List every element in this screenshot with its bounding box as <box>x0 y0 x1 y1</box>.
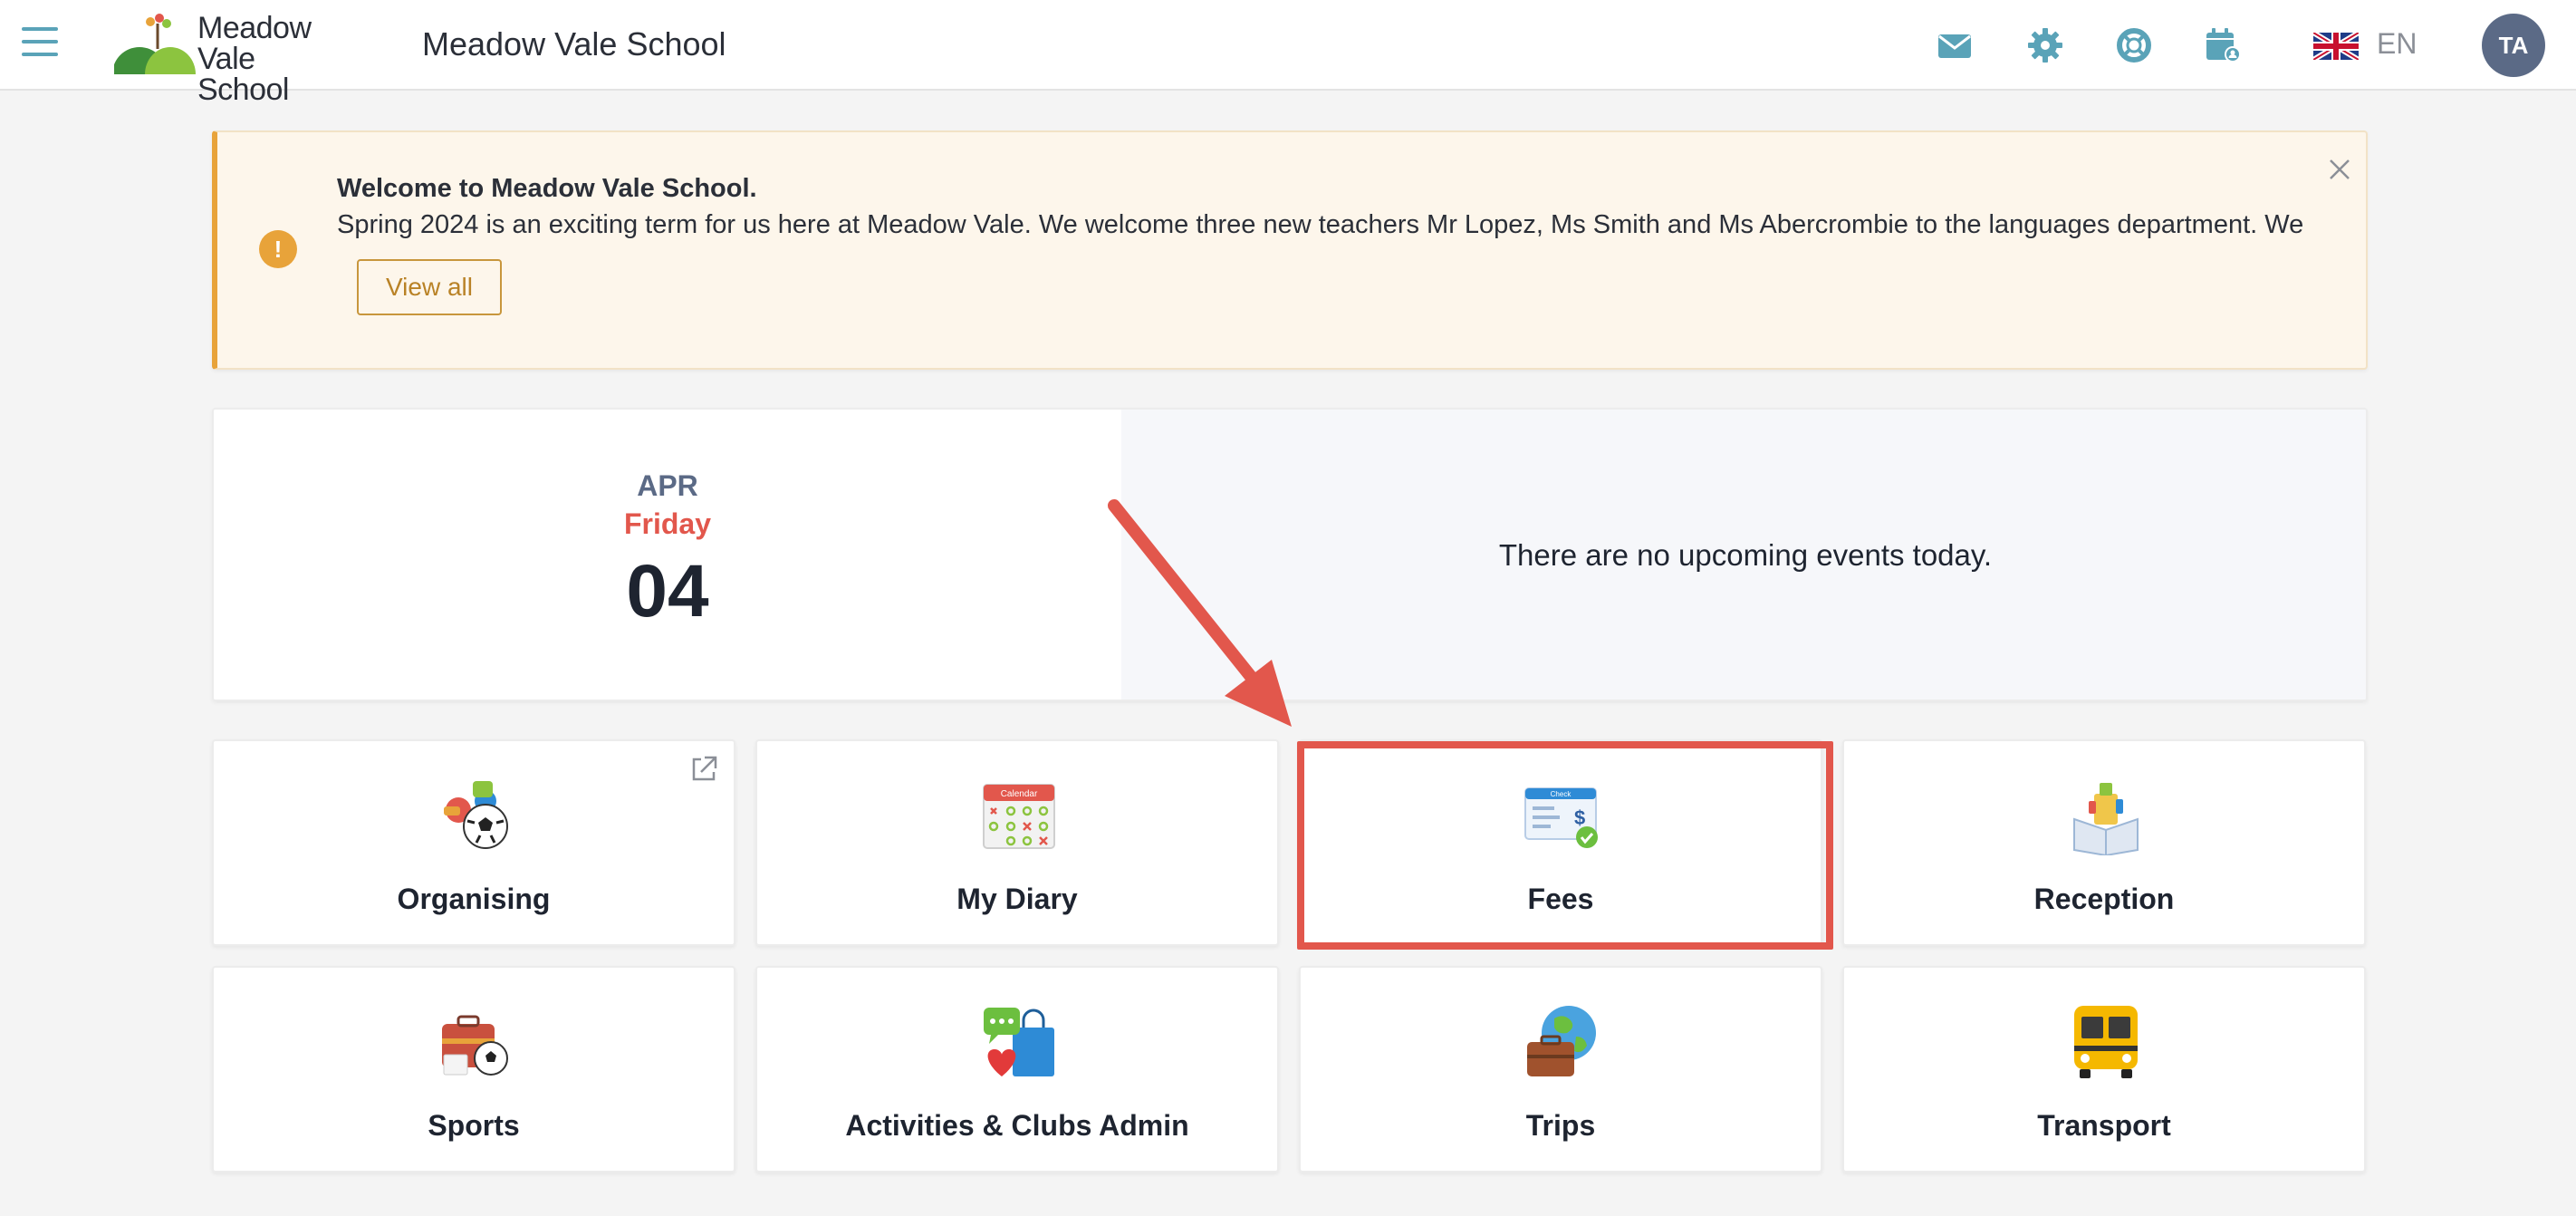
avatar[interactable]: TA <box>2482 14 2545 77</box>
lifebuoy-icon[interactable] <box>2114 25 2154 65</box>
logo-line-1: Meadow <box>197 11 312 45</box>
tile-organising[interactable]: Organising <box>212 739 735 946</box>
tile-label: Fees <box>1527 883 1594 915</box>
logo-hills-icon <box>112 14 196 101</box>
tile-label: Trips <box>1525 1109 1596 1142</box>
external-link-icon[interactable] <box>688 754 719 785</box>
date-month: APR <box>637 469 698 502</box>
date-weekday: Friday <box>623 507 712 540</box>
shopping-bag-icon <box>984 1008 1054 1076</box>
tile-label: My Diary <box>956 883 1078 915</box>
school-logo[interactable]: Meadow Vale School <box>112 11 351 105</box>
organising-icon <box>444 781 508 849</box>
tile-label: Sports <box>428 1109 520 1142</box>
envelope-icon[interactable] <box>1935 25 1975 65</box>
logo-line-2: Vale School <box>197 42 289 107</box>
announcement-banner: ! Welcome to Meadow Vale School. Spring … <box>212 130 2368 370</box>
school-bus-icon <box>2074 1006 2138 1078</box>
tile-sports[interactable]: Sports <box>212 966 735 1173</box>
tile-label: Transport <box>2037 1109 2171 1142</box>
logo-text: Meadow Vale School <box>197 13 351 105</box>
sports-icon <box>442 1015 508 1076</box>
tile-label: Activities & Clubs Admin <box>845 1109 1189 1142</box>
tile-reception[interactable]: Reception <box>1842 739 2366 946</box>
top-bar: Meadow Vale School Meadow Vale School EN… <box>0 0 2576 105</box>
warning-icon: ! <box>259 230 297 268</box>
cheque-icon: Check $ <box>1524 787 1598 848</box>
globe-suitcase-icon <box>1527 1006 1596 1076</box>
tile-transport[interactable]: Transport <box>1842 966 2366 1173</box>
view-all-button[interactable]: View all <box>357 259 502 315</box>
tile-trips[interactable]: Trips <box>1299 966 1822 1173</box>
no-events-message: There are no upcoming events today. <box>1498 538 1993 572</box>
date-panel: APR Friday 04 <box>214 410 1121 700</box>
announcement-title: Welcome to Meadow Vale School. <box>337 174 757 203</box>
tile-label: Organising <box>397 883 551 915</box>
reception-icon <box>2073 783 2139 855</box>
calendar-icon-text: Calendar <box>1001 789 1038 799</box>
language-selector[interactable]: EN <box>2377 27 2417 61</box>
tile-label: Reception <box>2033 883 2175 915</box>
events-panel: There are no upcoming events today. <box>1121 410 2366 700</box>
uk-flag-icon[interactable] <box>2313 33 2359 60</box>
calendar-icon: Calendar <box>983 784 1055 849</box>
cheque-icon-text: Check <box>1551 790 1572 798</box>
date-day: 04 <box>626 550 709 632</box>
menu-icon[interactable] <box>22 27 58 58</box>
app-title: Meadow Vale School <box>422 25 726 63</box>
svg-text:$: $ <box>1574 806 1585 829</box>
close-icon[interactable] <box>2326 156 2353 183</box>
announcement-body: Spring 2024 is an exciting term for us h… <box>337 210 2304 239</box>
tile-my-diary[interactable]: Calendar My Diary <box>755 739 1279 946</box>
tile-activities-clubs-admin[interactable]: Activities & Clubs Admin <box>755 966 1279 1173</box>
calendar-user-icon[interactable] <box>2203 25 2243 65</box>
gear-icon[interactable] <box>2025 25 2065 65</box>
tile-fees[interactable]: Check $ Fees <box>1299 739 1822 946</box>
today-card: APR Friday 04 There are no upcoming even… <box>212 408 2368 701</box>
